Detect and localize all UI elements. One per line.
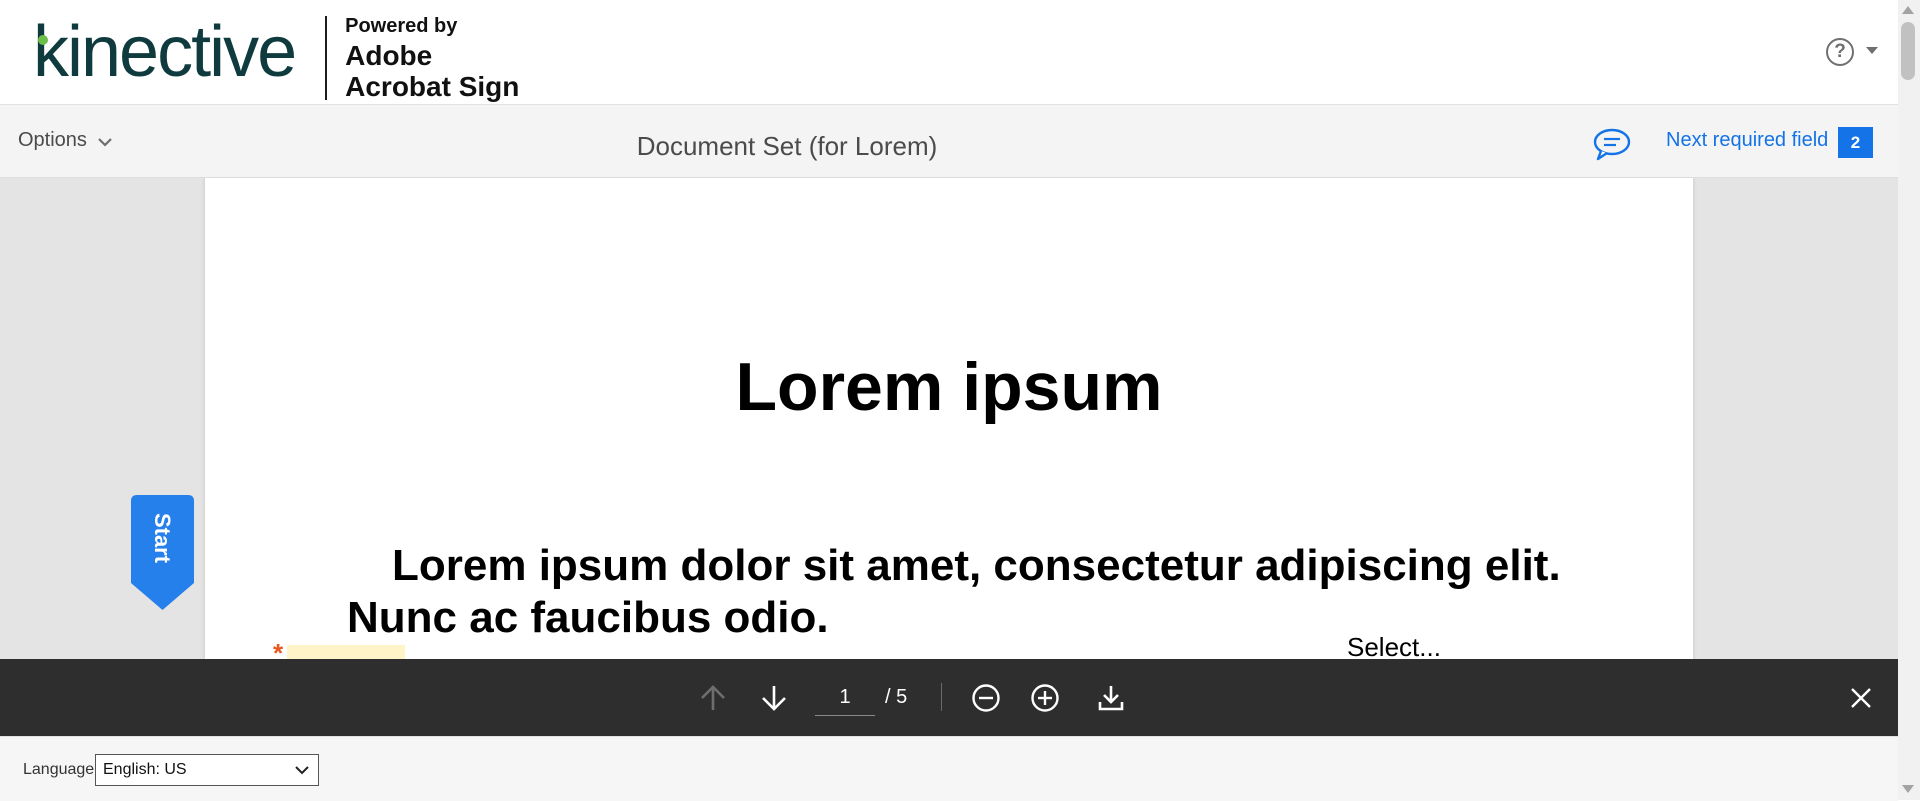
scroll-up-arrow-icon[interactable] bbox=[1902, 6, 1914, 14]
next-required-field-link[interactable]: Next required field bbox=[1666, 129, 1828, 152]
app-header: kinective Powered by Adobe Acrobat Sign … bbox=[0, 0, 1898, 105]
page-total: / 5 bbox=[885, 686, 908, 708]
document-viewer[interactable]: Lorem ipsum Lorem ipsum dolor sit amet, … bbox=[0, 178, 1898, 660]
brand-logo: kinective Powered by Adobe Acrobat Sign bbox=[33, 16, 519, 101]
start-button[interactable]: Start bbox=[131, 495, 194, 610]
kinective-logo: kinective bbox=[33, 16, 297, 88]
powered-by-adobe: Powered by Adobe Acrobat Sign bbox=[345, 16, 519, 101]
required-count-badge[interactable]: 2 bbox=[1838, 127, 1873, 158]
page-number-input[interactable]: 1 bbox=[815, 679, 875, 716]
chevron-down-icon bbox=[295, 766, 309, 775]
required-input-field[interactable] bbox=[287, 645, 405, 660]
powered-by-text: Powered by bbox=[345, 14, 458, 37]
close-icon[interactable] bbox=[1844, 681, 1878, 715]
powered-line2: Acrobat Sign bbox=[345, 70, 520, 102]
kinective-logo-text: kinective bbox=[33, 12, 297, 92]
document-toolbar: Options Document Set (for Lorem) Next re… bbox=[0, 105, 1898, 178]
logo-dot bbox=[38, 35, 48, 45]
start-label-wrap: Start bbox=[131, 495, 194, 580]
language-select[interactable]: English: US bbox=[95, 754, 319, 786]
scroll-down-arrow-icon[interactable] bbox=[1902, 785, 1914, 793]
start-label: Start bbox=[150, 512, 176, 563]
powered-line1: Adobe bbox=[345, 39, 433, 71]
comment-icon[interactable] bbox=[1592, 126, 1632, 162]
document-title: Document Set (for Lorem) bbox=[636, 131, 938, 161]
arrow-up-icon[interactable] bbox=[696, 681, 730, 715]
language-label: Language bbox=[23, 761, 95, 778]
language-value: English: US bbox=[103, 761, 187, 778]
zoom-out-icon[interactable] bbox=[969, 681, 1003, 715]
help-menu-caret-icon[interactable] bbox=[1866, 47, 1878, 54]
page-paragraph: Lorem ipsum dolor sit amet, consectetur … bbox=[347, 541, 1561, 642]
zoom-in-icon[interactable] bbox=[1028, 681, 1062, 715]
scrollbar-thumb[interactable] bbox=[1901, 22, 1915, 80]
help-icon[interactable]: ? bbox=[1826, 38, 1854, 66]
logo-divider bbox=[325, 16, 328, 100]
footer: Language English: US bbox=[0, 736, 1898, 801]
arrow-down-icon[interactable] bbox=[757, 681, 791, 715]
download-icon[interactable] bbox=[1094, 681, 1128, 715]
toolbar-divider bbox=[941, 683, 942, 711]
dropdown-field[interactable]: Select... bbox=[1347, 632, 1441, 660]
page-scrollbar[interactable] bbox=[1898, 0, 1920, 800]
page-navigation-bar: 1 / 5 bbox=[0, 659, 1898, 736]
document-page: Lorem ipsum Lorem ipsum dolor sit amet, … bbox=[205, 178, 1693, 660]
required-marker: * bbox=[273, 638, 284, 660]
page-heading: Lorem ipsum bbox=[735, 349, 1163, 425]
